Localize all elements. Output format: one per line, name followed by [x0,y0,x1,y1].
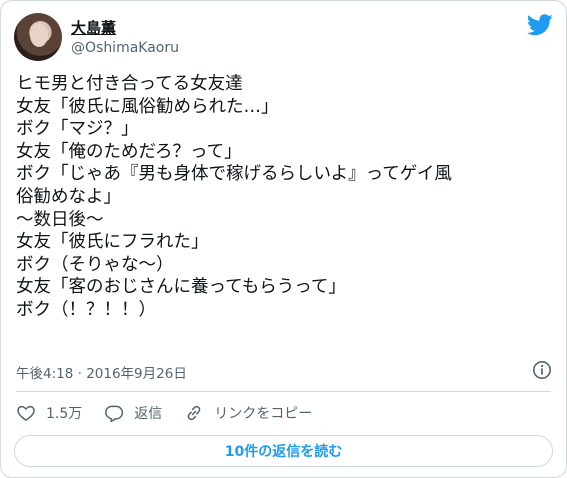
tweet-line: ボク（！？！！） [16,299,156,320]
author-display-name[interactable]: 大島薫 [71,17,116,38]
tweet-text: ヒモ男と付き合ってる女友達 女友「彼氏に風俗勧められた…」 ボク「マジ？」 女友… [16,73,556,322]
like-count: 1.5万 [46,406,83,422]
reply-label: 返信 [134,406,163,422]
reply-icon [105,405,124,423]
read-replies-button[interactable]: 10件の返信を読む [14,435,553,467]
tweet-card: 大島薫 @OshimaKaoru ヒモ男と付き合ってる女友達 女友「彼氏に風俗勧… [0,0,567,478]
tweet-line: 俗勧めなよ」 [16,186,121,207]
heart-icon [17,405,35,421]
tweet-line: ボク「じゃあ『男も身体で稼げるらしいよ』ってゲイ風 [16,164,452,185]
tweet-line: ボク「マジ？」 [16,119,139,140]
reply-button[interactable]: 返信 [104,403,162,423]
tweet-line: 女友「彼氏にフラれた」 [16,232,209,253]
avatar-face [30,23,48,47]
copy-link-label: リンクをコピー [214,406,313,422]
tweet-line: 〜数日後〜 [16,209,104,230]
like-button[interactable]: 1.5万 [16,403,82,423]
twitter-bird-icon[interactable] [527,14,553,36]
author-username[interactable]: @OshimaKaoru [71,40,179,56]
tweet-actions: 1.5万 返信 リンクをコピー [16,401,334,425]
divider [16,391,551,392]
tweet-line: 女友「彼氏に風俗勧められた…」 [16,96,279,117]
avatar[interactable] [14,13,62,61]
tweet-line: ボク（そりゃな〜） [16,254,174,275]
tweet-line: 女友「俺のためだろ？って」 [16,141,242,162]
info-icon[interactable] [532,360,552,380]
tweet-line: ヒモ男と付き合ってる女友達 [16,74,243,94]
copy-link-button[interactable]: リンクをコピー [184,403,312,423]
tweet-line: 女友「客のおじさんに養ってもらうって」 [16,277,346,298]
tweet-timestamp[interactable]: 午後4:18 · 2016年9月26日 [16,362,187,382]
link-icon [187,405,201,421]
